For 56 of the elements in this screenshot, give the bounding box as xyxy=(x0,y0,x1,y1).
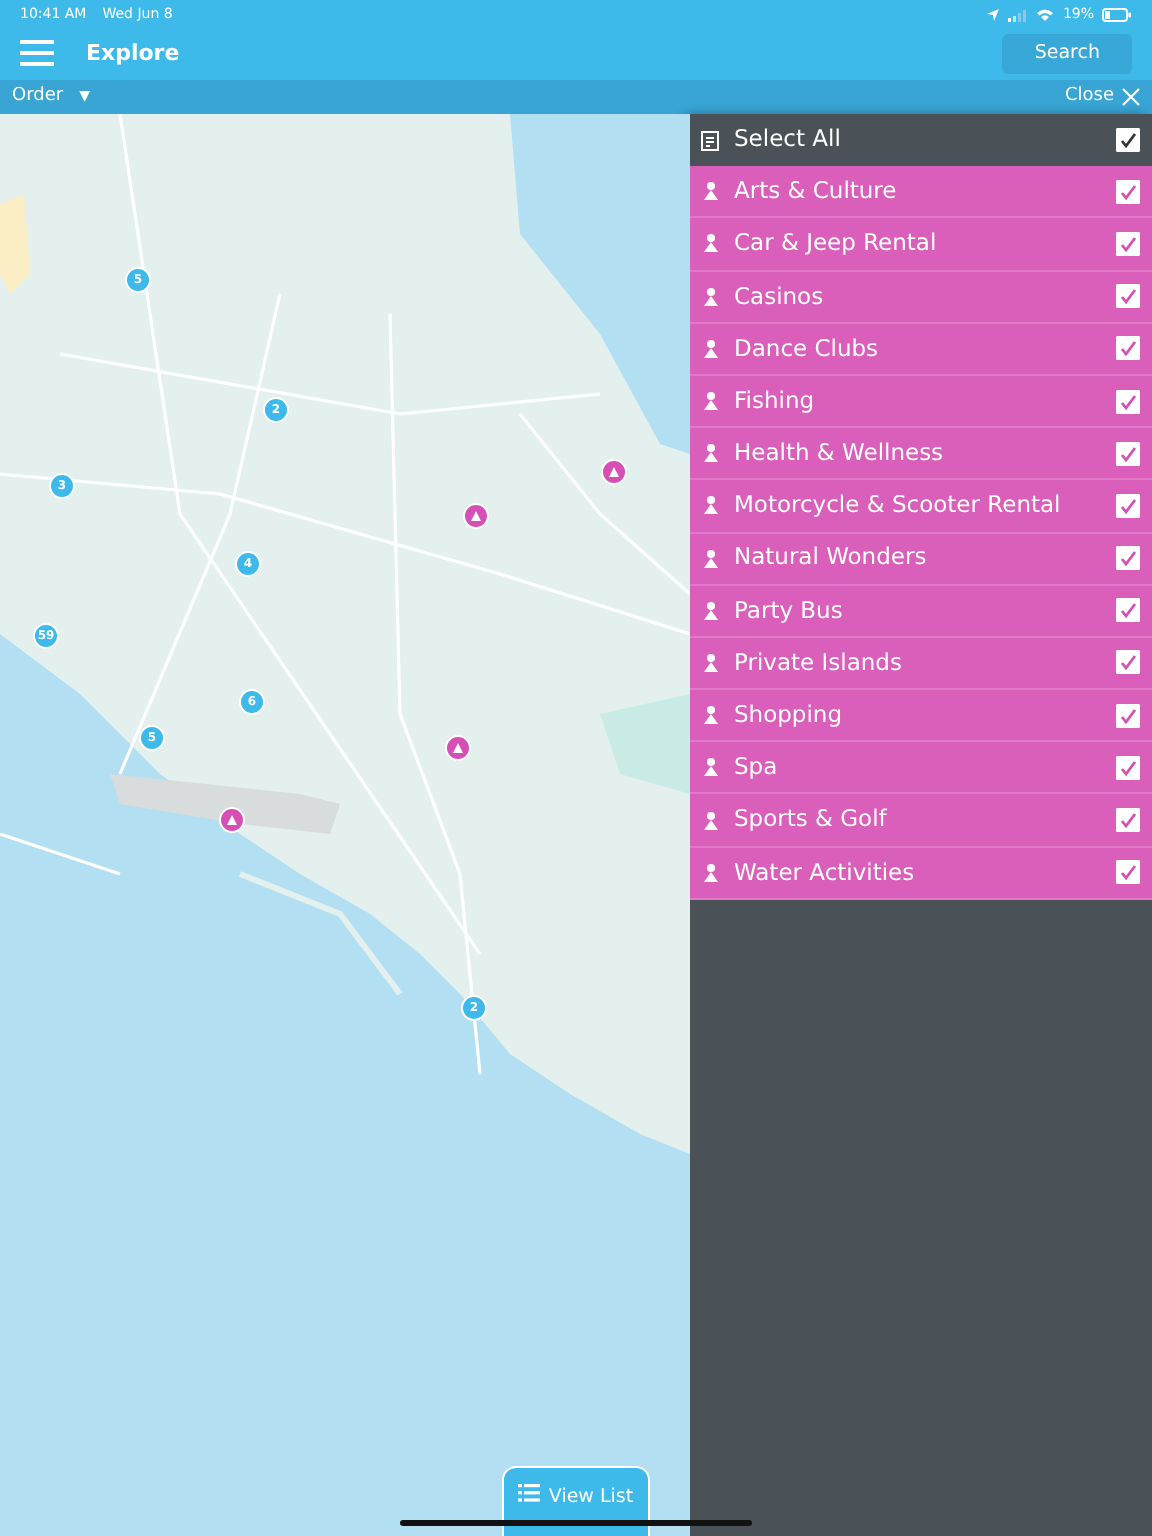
checkbox[interactable] xyxy=(1116,703,1140,728)
category-row[interactable]: Casinos xyxy=(690,271,1152,324)
checkbox[interactable] xyxy=(1116,128,1140,153)
category-label: Car & Jeep Rental xyxy=(734,226,937,261)
select-all-label: Select All xyxy=(734,122,841,157)
signal-icon xyxy=(1008,7,1029,21)
battery-icon xyxy=(1102,7,1132,21)
checkbox[interactable] xyxy=(1116,231,1140,256)
list-icon xyxy=(700,129,722,152)
checkbox[interactable] xyxy=(1116,598,1140,623)
category-label: Party Bus xyxy=(734,593,843,628)
category-row[interactable]: Private Islands xyxy=(690,637,1152,691)
checkbox[interactable] xyxy=(1116,284,1140,309)
checkbox[interactable] xyxy=(1116,179,1140,204)
list-icon xyxy=(518,1484,541,1502)
search-button[interactable]: Search xyxy=(1002,33,1132,75)
category-label: Water Activities xyxy=(734,855,915,890)
category-row[interactable]: Sports & Golf xyxy=(690,794,1152,848)
category-row[interactable]: Shopping xyxy=(690,690,1152,743)
page-title: Explore xyxy=(86,37,180,70)
category-label: Spa xyxy=(734,750,778,785)
checkbox[interactable] xyxy=(1116,755,1140,780)
category-label: Shopping xyxy=(734,698,843,733)
category-row[interactable]: Spa xyxy=(690,742,1152,795)
category-label: Dance Clubs xyxy=(734,331,879,366)
category-label: Private Islands xyxy=(734,645,902,680)
checkbox[interactable] xyxy=(1116,808,1140,833)
category-row[interactable]: Car & Jeep Rental xyxy=(690,218,1152,272)
category-label: Sports & Golf xyxy=(734,802,887,837)
category-label: Fishing xyxy=(734,383,815,418)
category-row[interactable]: Dance Clubs xyxy=(690,323,1152,376)
category-row[interactable]: Water Activities xyxy=(690,847,1152,900)
checkbox[interactable] xyxy=(1116,336,1140,361)
category-row[interactable]: Motorcycle & Scooter Rental xyxy=(690,480,1152,533)
view-list-button[interactable]: View List xyxy=(502,1466,650,1536)
wifi-icon xyxy=(1036,7,1055,21)
category-row[interactable]: Natural Wonders xyxy=(690,533,1152,586)
category-label: Arts & Culture xyxy=(734,174,897,209)
category-label: Health & Wellness xyxy=(734,436,944,471)
category-label: Natural Wonders xyxy=(734,540,927,575)
category-row[interactable]: Party Bus xyxy=(690,585,1152,638)
checkbox[interactable] xyxy=(1116,493,1140,518)
menu-button[interactable] xyxy=(20,39,54,69)
category-label: Motorcycle & Scooter Rental xyxy=(734,488,1061,523)
checkbox[interactable] xyxy=(1116,546,1140,571)
close-button[interactable]: Close xyxy=(1064,83,1140,111)
close-icon xyxy=(1122,88,1140,106)
location-icon xyxy=(986,7,1001,21)
checkbox[interactable] xyxy=(1116,441,1140,466)
category-label: Casinos xyxy=(734,279,824,314)
checkbox[interactable] xyxy=(1116,860,1140,885)
category-row[interactable]: Arts & Culture xyxy=(690,166,1152,219)
checkbox[interactable] xyxy=(1116,650,1140,675)
checkbox[interactable] xyxy=(1116,389,1140,414)
category-row[interactable]: Health & Wellness xyxy=(690,428,1152,481)
category-row[interactable]: Fishing xyxy=(690,375,1152,429)
